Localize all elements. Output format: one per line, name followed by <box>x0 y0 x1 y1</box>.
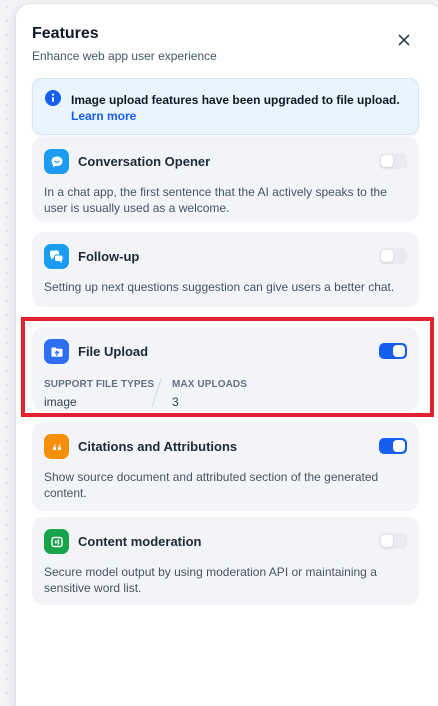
panel-header: Features Enhance web app user experience <box>32 24 426 64</box>
file-upload-toggle[interactable] <box>379 343 407 359</box>
feature-title: Content moderation <box>78 534 202 549</box>
panel-title: Features <box>32 25 99 42</box>
feature-description: In a chat app, the first sentence that t… <box>44 185 387 215</box>
max-uploads-label: MAX UPLOADS <box>172 379 247 390</box>
feature-card-content-moderation: Content moderation Secure model output b… <box>32 517 419 605</box>
content-moderation-toggle[interactable] <box>379 533 407 549</box>
max-uploads-value: 3 <box>172 395 179 409</box>
close-icon[interactable] <box>392 28 416 52</box>
feature-description: Show source document and attributed sect… <box>44 470 379 500</box>
info-icon <box>45 90 61 106</box>
feature-card-file-upload: File Upload SUPPORT FILE TYPES image MAX… <box>32 327 419 411</box>
support-file-types-label: SUPPORT FILE TYPES <box>44 379 155 390</box>
notice-text: Image upload features have been upgraded… <box>71 93 400 107</box>
feature-description: Setting up next questions suggestion can… <box>44 280 395 294</box>
learn-more-link[interactable]: Learn more <box>71 108 136 124</box>
chat-bubble-icon <box>44 149 69 174</box>
moderation-icon <box>44 529 69 554</box>
conversation-opener-toggle[interactable] <box>379 153 407 169</box>
citations-toggle[interactable] <box>379 438 407 454</box>
feature-card-conversation-opener: Conversation Opener In a chat app, the f… <box>32 137 419 222</box>
feature-title: File Upload <box>78 344 149 359</box>
feature-title: Follow-up <box>78 249 140 264</box>
quote-icon <box>44 434 69 459</box>
follow-up-toggle[interactable] <box>379 248 407 264</box>
feature-card-citations: Citations and Attributions Show source d… <box>32 422 419 511</box>
feature-card-follow-up: Follow-up Setting up next questions sugg… <box>32 232 419 307</box>
feature-title: Conversation Opener <box>78 154 211 169</box>
chat-bubbles-icon <box>44 244 69 269</box>
folder-upload-icon <box>44 339 69 364</box>
upgrade-notice: Image upload features have been upgraded… <box>32 78 419 135</box>
feature-description: Secure model output by using moderation … <box>44 565 377 595</box>
feature-title: Citations and Attributions <box>78 439 238 454</box>
features-panel: Features Enhance web app user experience… <box>16 4 438 706</box>
support-file-types-value: image <box>44 395 77 409</box>
panel-subtitle: Enhance web app user experience <box>32 49 217 63</box>
